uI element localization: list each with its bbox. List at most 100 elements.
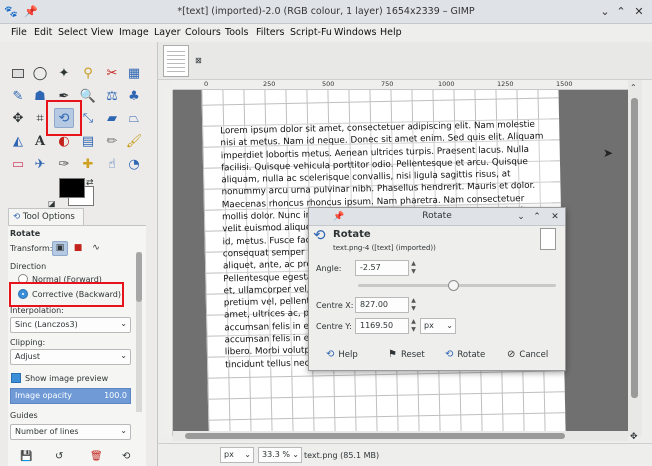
close-icon[interactable]: ✕ bbox=[632, 5, 646, 19]
angle-value: -2.57 bbox=[360, 263, 381, 272]
zoom-select[interactable]: 33.3 % ⌄ bbox=[258, 447, 302, 463]
eraser-icon[interactable]: ▭ bbox=[8, 154, 28, 174]
unit-select[interactable]: px ⌄ bbox=[220, 447, 254, 463]
menu-image[interactable]: Image bbox=[119, 27, 149, 38]
fuzzy-select-icon[interactable]: ✦ bbox=[54, 63, 74, 83]
rotate-icon: ⟲ bbox=[445, 349, 454, 360]
menu-file[interactable]: File bbox=[11, 27, 27, 38]
menu-edit[interactable]: Edit bbox=[34, 27, 52, 38]
swap-colors-icon[interactable]: ⇄ bbox=[86, 178, 94, 188]
wand-icon[interactable]: ⚲ bbox=[78, 63, 98, 83]
rotate-button[interactable]: ⟲ Rotate bbox=[445, 349, 485, 363]
centre-x-input[interactable]: 827.00 ▲ ▼ bbox=[355, 297, 416, 313]
airbrush-icon[interactable]: ✈ bbox=[30, 154, 50, 174]
reset-options-icon[interactable]: ⟲ bbox=[122, 451, 130, 462]
clipping-label: Clipping: bbox=[10, 338, 46, 347]
dodge-burn-icon[interactable]: ◔ bbox=[124, 154, 144, 174]
transform-layer-icon[interactable]: ▣ bbox=[52, 241, 68, 256]
guides-select[interactable]: Number of lines ⌄ bbox=[10, 424, 131, 440]
menu-layer[interactable]: Layer bbox=[154, 27, 181, 38]
angle-slider[interactable] bbox=[358, 280, 556, 291]
perspective-icon[interactable]: ⏢ bbox=[124, 108, 144, 128]
ruler-mark: 1500 bbox=[556, 80, 573, 88]
centre-unit-select[interactable]: px ⌄ bbox=[420, 318, 456, 334]
scissors-icon[interactable]: ✂ bbox=[102, 63, 122, 83]
centre-x-value: 827.00 bbox=[360, 300, 388, 309]
move-icon[interactable]: ✥ bbox=[8, 108, 28, 128]
mouse-cursor-icon: ➤ bbox=[603, 146, 614, 160]
restore-options-icon[interactable]: ↺ bbox=[55, 451, 63, 462]
maximize-icon[interactable]: ⌃ bbox=[614, 5, 628, 19]
vertical-scrollbar[interactable]: ⌃ bbox=[628, 80, 642, 436]
navigate-icon[interactable]: ⌃ bbox=[630, 83, 637, 92]
paths-icon[interactable]: ✎ bbox=[8, 86, 28, 106]
opacity-value: 100.0 bbox=[104, 391, 127, 400]
angle-input[interactable]: -2.57 ▲ ▼ bbox=[355, 260, 416, 276]
guides-value: Number of lines bbox=[15, 427, 79, 436]
menu-windows[interactable]: Windows bbox=[334, 27, 376, 38]
minimize-icon[interactable]: ⌄ bbox=[598, 5, 612, 19]
horizontal-scrollbar[interactable] bbox=[173, 431, 628, 441]
delete-options-icon[interactable]: 🗑 bbox=[90, 451, 103, 462]
show-preview-checkbox[interactable] bbox=[11, 373, 21, 383]
menu-view[interactable]: View bbox=[91, 27, 114, 38]
angle-stepper[interactable]: ▲ ▼ bbox=[409, 260, 418, 276]
foreground-color-swatch[interactable] bbox=[59, 178, 85, 198]
file-info: text.png (85.1 MB) bbox=[304, 451, 380, 460]
tab-tool-options[interactable]: ⟲ Tool Options bbox=[8, 208, 84, 225]
lasso-icon[interactable]: ◯ bbox=[30, 63, 50, 83]
flip-icon[interactable]: ◭ bbox=[8, 131, 28, 151]
interpolation-select[interactable]: Sinc (Lanczos3) ⌄ bbox=[10, 317, 131, 333]
centre-y-input[interactable]: 1169.50 ▲ ▼ bbox=[355, 318, 416, 334]
save-options-icon[interactable]: 💾 bbox=[20, 451, 32, 462]
menu-help[interactable]: Help bbox=[380, 27, 402, 38]
shear-icon[interactable]: ▰ bbox=[102, 108, 122, 128]
reset-button[interactable]: ⚑ Reset bbox=[388, 349, 425, 363]
close-icon[interactable]: ✕ bbox=[549, 211, 561, 223]
menu-select[interactable]: Select bbox=[58, 27, 87, 38]
menu-colours[interactable]: Colours bbox=[185, 27, 221, 38]
ruler-mark: 1000 bbox=[438, 80, 455, 88]
menu-script-fu[interactable]: Script-Fu bbox=[290, 27, 332, 38]
opacity-label-text: Image opacity bbox=[15, 391, 72, 400]
menu-tools[interactable]: Tools bbox=[225, 27, 248, 38]
rotate-button-label: Rotate bbox=[457, 350, 486, 360]
measure-icon[interactable]: ⚖ bbox=[102, 86, 122, 106]
tool-options-scrollbar[interactable] bbox=[136, 252, 142, 412]
zoom-value: 33.3 % bbox=[262, 450, 290, 459]
centre-y-stepper[interactable]: ▲ ▼ bbox=[409, 318, 418, 334]
pencil-icon[interactable]: ✏ bbox=[102, 131, 122, 151]
paintbrush-icon[interactable]: 🖌 bbox=[124, 131, 144, 151]
heal-icon[interactable]: ✚ bbox=[78, 154, 98, 174]
close-tab-icon[interactable]: ⊠ bbox=[195, 56, 202, 65]
angle-slider-handle[interactable] bbox=[448, 280, 459, 291]
image-opacity-slider[interactable]: Image opacity 100.0 bbox=[10, 388, 131, 404]
image-tabs-bar bbox=[158, 42, 652, 80]
tab-tool-options-label: Tool Options bbox=[22, 212, 75, 222]
cancel-button[interactable]: ⊘ Cancel bbox=[507, 349, 548, 363]
ink-icon[interactable]: ✑ bbox=[54, 154, 74, 174]
smudge-icon[interactable]: ☝ bbox=[102, 154, 122, 174]
transform-selection-icon[interactable]: ■ bbox=[70, 241, 86, 256]
menu-filters[interactable]: Filters bbox=[256, 27, 284, 38]
align-icon[interactable]: ♣ bbox=[124, 86, 144, 106]
ruler-mark: 750 bbox=[381, 80, 394, 88]
rect-select-icon[interactable] bbox=[8, 63, 28, 83]
pin-icon[interactable]: 📌 bbox=[333, 211, 345, 223]
centre-x-stepper[interactable]: ▲ ▼ bbox=[409, 297, 418, 313]
minimize-icon[interactable]: ⌄ bbox=[515, 211, 527, 223]
rotate-dialog-icon: ⟲ bbox=[313, 226, 326, 244]
navigate-canvas-icon[interactable]: ✥ bbox=[630, 432, 638, 442]
image-thumbnail[interactable] bbox=[163, 45, 189, 77]
color-select-icon[interactable]: ▦ bbox=[124, 63, 144, 83]
clipping-select[interactable]: Adjust ⌄ bbox=[10, 349, 131, 365]
default-colors-icon[interactable]: ◪ bbox=[48, 199, 56, 208]
help-button[interactable]: ⟲ Help bbox=[326, 349, 358, 363]
tab-tool-options-icon: ⟲ bbox=[13, 212, 21, 222]
transform-path-icon[interactable]: ∿ bbox=[88, 241, 104, 256]
clipping-value: Adjust bbox=[15, 352, 41, 361]
direction-label: Direction bbox=[10, 262, 47, 271]
ruler-mark: 500 bbox=[322, 80, 335, 88]
menu-bar: File Edit Select View Image Layer Colour… bbox=[0, 24, 652, 42]
maximize-icon[interactable]: ⌃ bbox=[531, 211, 543, 223]
